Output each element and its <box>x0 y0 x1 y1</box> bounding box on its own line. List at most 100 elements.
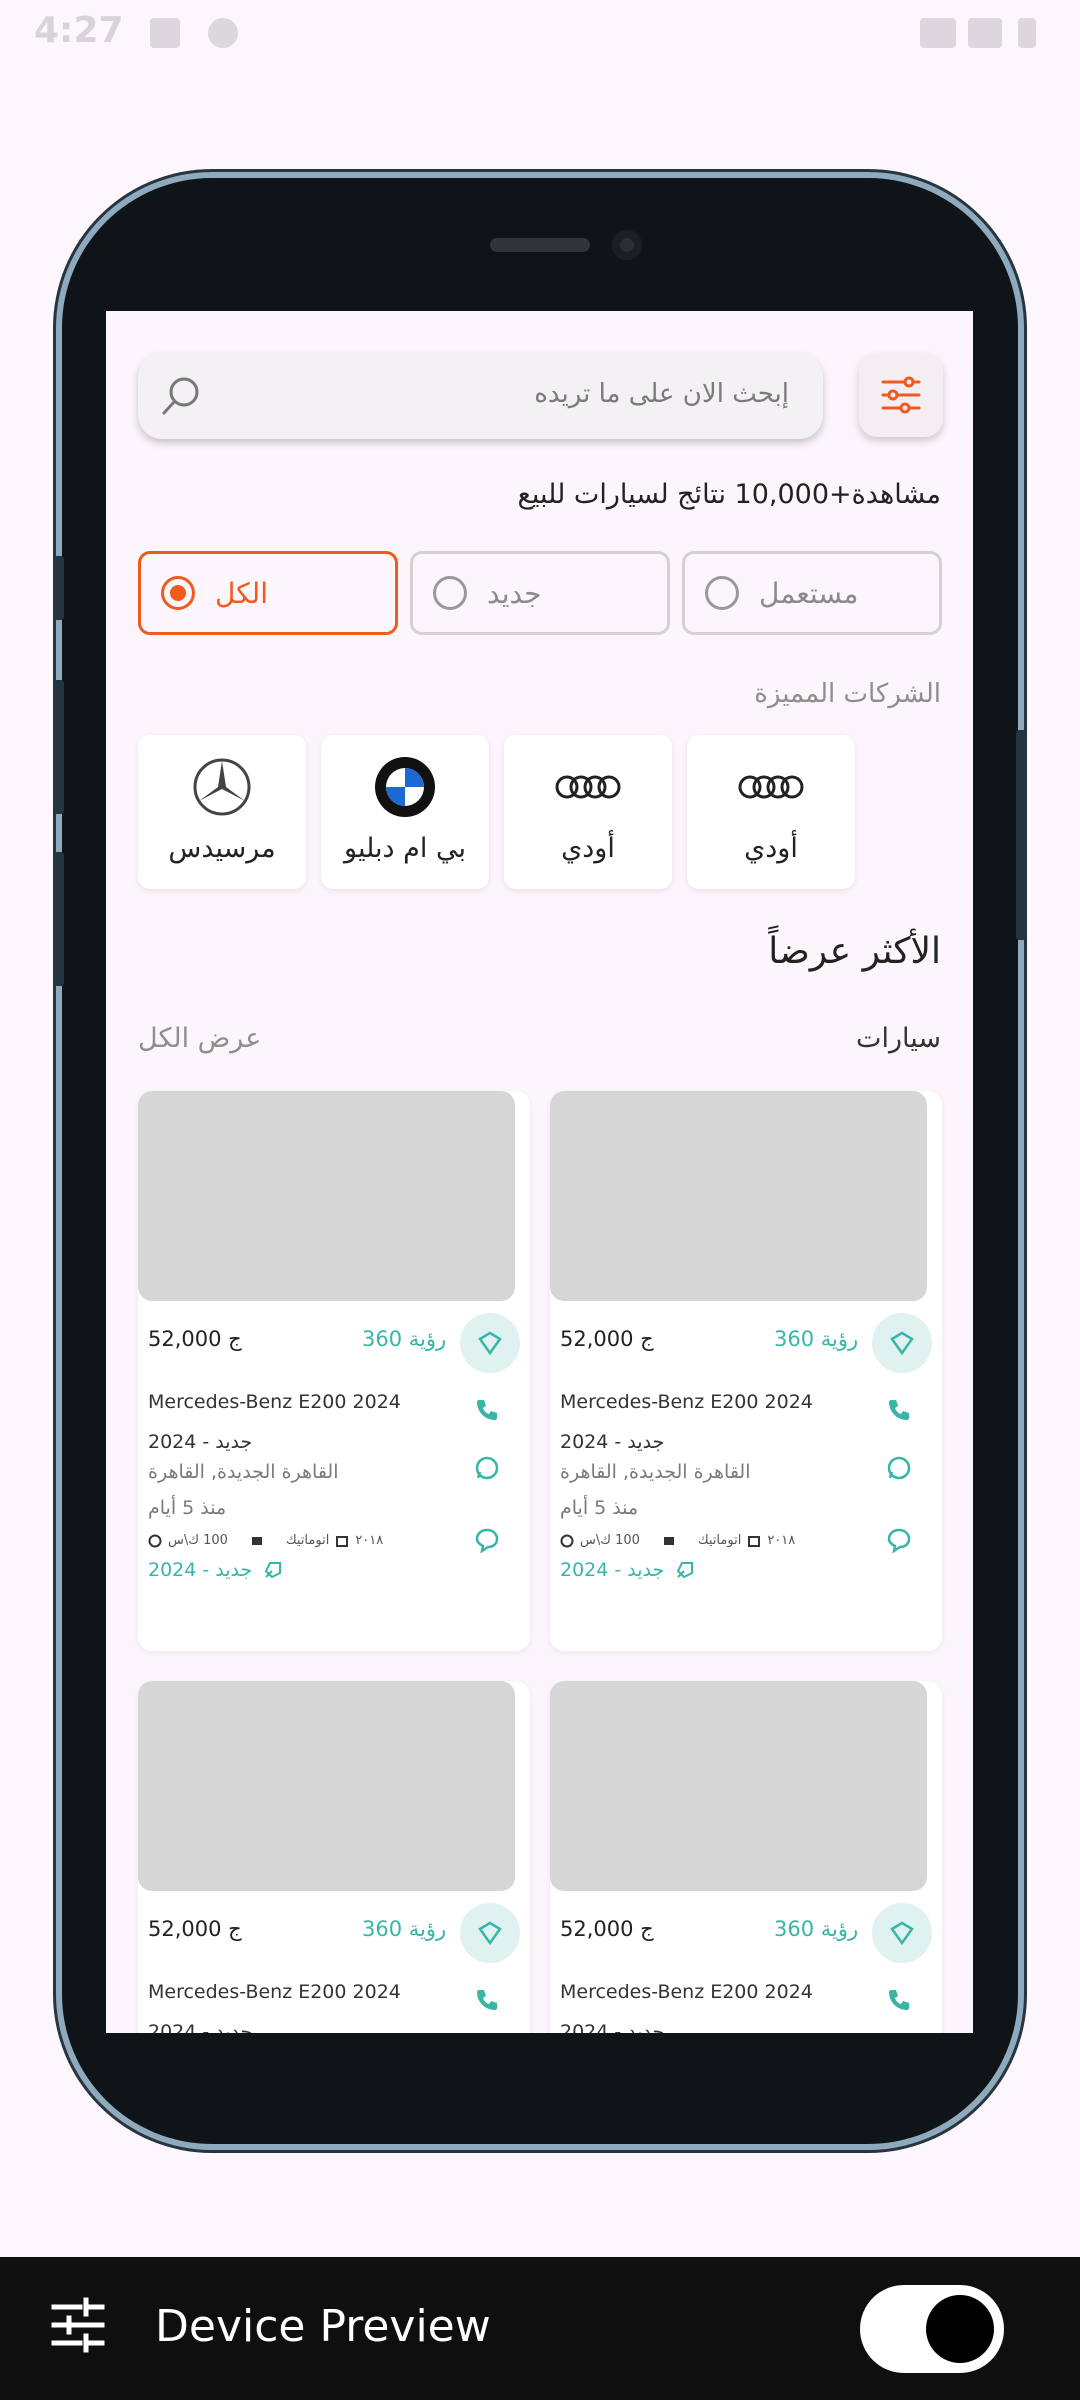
brands-list: مرسيدس بي ام دبليو أودي أودي <box>138 735 858 889</box>
spec-year: ٢٠١٨ <box>355 1533 384 1548</box>
wifi-icon <box>920 18 956 48</box>
car-listed-age: منذ 5 أيام <box>560 1497 639 1519</box>
image-icon <box>150 18 180 48</box>
tune-icon[interactable] <box>50 2297 106 2353</box>
results-title: مشاهدة+10,000 نتائج لسيارات للبيع <box>517 479 941 510</box>
filter-label: مستعمل <box>759 576 859 610</box>
whatsapp-button[interactable] <box>882 1451 916 1485</box>
view-360-badge[interactable] <box>460 1313 520 1373</box>
search-placeholder: إبحث الان على ما تريده <box>534 379 789 409</box>
view-360-icon <box>890 1921 914 1945</box>
spec-transmission: اتوماتيك <box>697 1533 742 1548</box>
brand-card-mercedes[interactable]: مرسيدس <box>138 735 306 889</box>
brand-card-audi[interactable]: أودي <box>504 735 672 889</box>
car-condition: جديد - 2024 <box>148 1431 253 1453</box>
view-360-label[interactable]: رؤية 360 <box>362 1917 446 1941</box>
side-button <box>1016 730 1026 940</box>
device-preview-bar: Device Preview <box>0 2257 1080 2400</box>
mercedes-logo-icon <box>193 758 251 816</box>
car-card[interactable]: 52,000 ج رؤية 360 Mercedes-Benz E200 202… <box>550 1681 942 2033</box>
engine-icon <box>663 1536 674 1545</box>
view-all-link[interactable]: عرض الكل <box>138 1023 261 1054</box>
car-price: 52,000 ج <box>148 1327 242 1351</box>
call-button[interactable] <box>470 1983 504 2017</box>
filter-new[interactable]: جديد <box>410 551 670 635</box>
settings-icon <box>208 18 238 48</box>
chat-icon <box>475 1528 499 1553</box>
view-360-badge[interactable] <box>872 1903 932 1963</box>
status-time: 4:27 <box>34 10 124 51</box>
phone-icon <box>477 1990 497 2010</box>
chat-button[interactable] <box>470 1523 504 1557</box>
chat-icon <box>887 1528 911 1553</box>
view-360-icon <box>478 1921 502 1945</box>
filter-label: جديد <box>487 576 542 610</box>
view-360-label[interactable]: رؤية 360 <box>362 1327 446 1351</box>
app-screen: إبحث الان على ما تريده مشاهدة+10,000 نتا… <box>106 311 973 2033</box>
car-card[interactable]: 52,000 ج رؤية 360 Mercedes-Benz E200 202… <box>550 1091 942 1651</box>
car-model: Mercedes-Benz E200 2024 <box>148 1981 401 2003</box>
spec-speed: 100 ك\س <box>168 1533 228 1548</box>
audi-logo-icon <box>738 775 804 799</box>
car-condition-tag: جديد - 2024 <box>148 1559 284 1581</box>
call-button[interactable] <box>882 1393 916 1427</box>
car-condition: جديد - 2024 <box>148 2021 253 2033</box>
call-button[interactable] <box>470 1393 504 1427</box>
toggle-knob <box>926 2295 994 2363</box>
car-image <box>138 1091 515 1301</box>
filter-button[interactable] <box>859 353 943 437</box>
car-condition: جديد - 2024 <box>560 1431 665 1453</box>
filter-used[interactable]: مستعمل <box>682 551 942 635</box>
radio-icon <box>705 576 739 610</box>
car-price: 52,000 ج <box>148 1917 242 1941</box>
whatsapp-button[interactable] <box>470 1451 504 1485</box>
engine-icon <box>251 1536 262 1545</box>
radio-icon <box>433 576 467 610</box>
calendar-icon <box>748 1535 761 1547</box>
filter-all[interactable]: الكل <box>138 551 398 635</box>
car-specs: 100 ك\س اتوماتيك ٢٠١٨ <box>148 1533 383 1548</box>
brand-name: أودي <box>744 833 798 864</box>
brand-name: بي ام دبليو <box>344 833 466 864</box>
brand-name: مرسيدس <box>168 833 276 864</box>
brand-card-bmw[interactable]: بي ام دبليو <box>321 735 489 889</box>
car-listed-age: منذ 5 أيام <box>148 1497 227 1519</box>
view-360-badge[interactable] <box>460 1903 520 1963</box>
car-location: القاهرة الجديدة, القاهرة <box>560 1461 751 1483</box>
chat-button[interactable] <box>882 1523 916 1557</box>
radio-icon <box>161 576 195 610</box>
view-360-icon <box>890 1331 914 1355</box>
search-input[interactable]: إبحث الان على ما تريده <box>138 353 823 439</box>
car-price: 52,000 ج <box>560 1917 654 1941</box>
signal-icon <box>968 18 1002 48</box>
car-location: القاهرة الجديدة, القاهرة <box>148 1461 339 1483</box>
device-preview-title: Device Preview <box>155 2301 491 2352</box>
view-360-label[interactable]: رؤية 360 <box>774 1917 858 1941</box>
car-model: Mercedes-Benz E200 2024 <box>560 1981 813 2003</box>
whatsapp-icon <box>887 1456 911 1480</box>
call-button[interactable] <box>882 1983 916 2017</box>
car-image <box>138 1681 515 1891</box>
view-360-label[interactable]: رؤية 360 <box>774 1327 858 1351</box>
device-preview-toggle[interactable] <box>860 2285 1004 2373</box>
spec-year: ٢٠١٨ <box>767 1533 796 1548</box>
phone-icon <box>889 1990 909 2010</box>
car-specs: 100 ك\س اتوماتيك ٢٠١٨ <box>560 1533 795 1548</box>
car-image <box>550 1681 927 1891</box>
condition-tag-label: جديد - 2024 <box>148 1559 253 1581</box>
car-condition-tag: جديد - 2024 <box>560 1559 696 1581</box>
spec-transmission: اتوماتيك <box>285 1533 330 1548</box>
bmw-logo-icon <box>375 757 435 817</box>
car-model: Mercedes-Benz E200 2024 <box>560 1391 813 1413</box>
brands-title: الشركات المميزة <box>754 679 941 709</box>
view-360-badge[interactable] <box>872 1313 932 1373</box>
car-model: Mercedes-Benz E200 2024 <box>148 1391 401 1413</box>
condition-filter: الكل جديد مستعمل <box>138 551 942 635</box>
rocket-icon <box>677 1562 694 1579</box>
side-button <box>54 680 64 814</box>
car-card[interactable]: 52,000 ج رؤية 360 Mercedes-Benz E200 202… <box>138 1681 530 2033</box>
spec-speed: 100 ك\س <box>580 1533 640 1548</box>
brand-card-audi[interactable]: أودي <box>687 735 855 889</box>
section-title: الأكثر عرضاً <box>768 931 941 972</box>
car-card[interactable]: 52,000 ج رؤية 360 Mercedes-Benz E200 202… <box>138 1091 530 1651</box>
